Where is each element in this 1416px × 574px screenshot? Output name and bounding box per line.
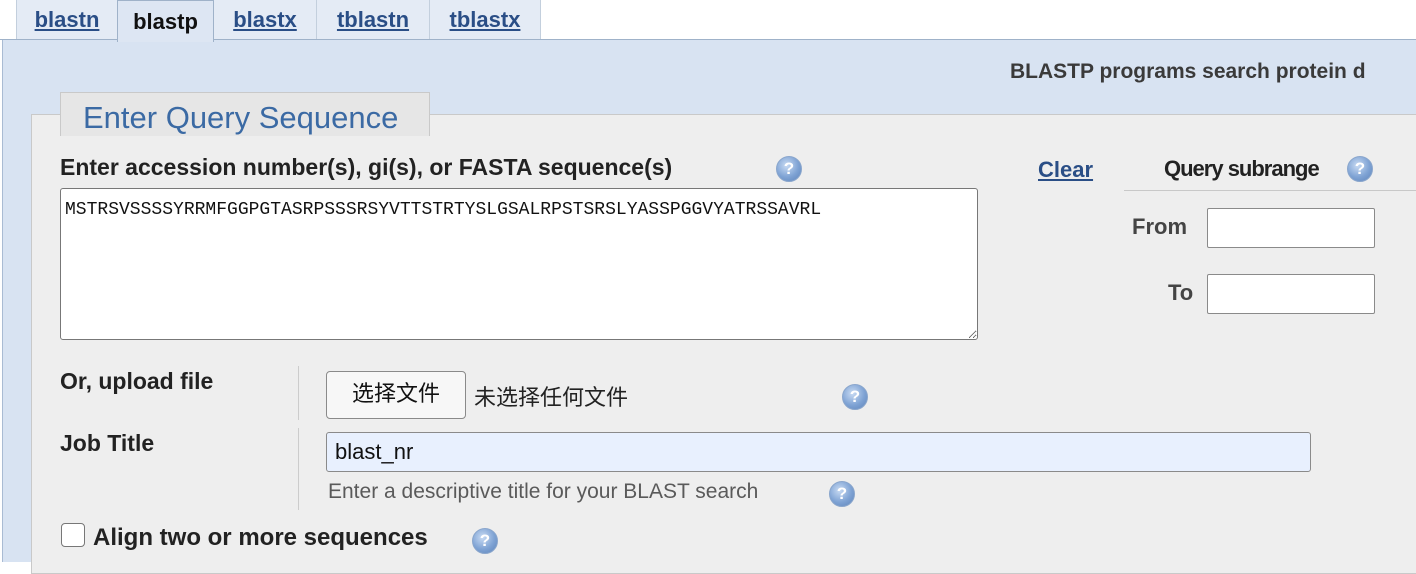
program-description: BLASTP programs search protein d xyxy=(1010,60,1366,83)
job-title-hint-text: Enter a descriptive title for your BLAST… xyxy=(328,480,759,503)
subrange-divider xyxy=(1124,190,1416,191)
from-input[interactable] xyxy=(1207,208,1375,248)
tab-tblastx[interactable]: tblastx xyxy=(429,0,541,40)
clear-link[interactable]: Clear xyxy=(1038,157,1093,183)
job-title-label: Job Title xyxy=(60,430,155,456)
tab-blastp[interactable]: blastp xyxy=(117,0,214,42)
job-title-input[interactable]: blast_nr xyxy=(326,432,1311,472)
question-circle-icon[interactable]: ? xyxy=(472,528,498,554)
section-title: Enter Query Sequence xyxy=(60,92,430,136)
from-label: From xyxy=(1132,214,1187,239)
tab-blastn[interactable]: blastn xyxy=(16,0,118,40)
job-title-hint: Enter a descriptive title for your BLAST… xyxy=(328,480,758,504)
choose-file-button[interactable]: 选择文件 xyxy=(326,371,466,419)
row-separator xyxy=(298,366,299,420)
subrange-title: Query subrange xyxy=(1164,156,1320,182)
file-status: 未选择任何文件 xyxy=(474,386,629,411)
query-label: Enter accession number(s), gi(s), or FAS… xyxy=(60,154,673,180)
question-circle-icon[interactable]: ? xyxy=(1347,156,1373,182)
program-tabs: blastn blastp blastx tblastn tblastx xyxy=(0,0,1416,42)
align-sequences-checkbox[interactable] xyxy=(61,523,85,547)
row-separator xyxy=(298,428,299,510)
align-sequences-label[interactable]: Align two or more sequences xyxy=(93,524,428,552)
to-label: To xyxy=(1168,280,1194,305)
query-panel xyxy=(31,114,1416,574)
subrange-title-text: Query subrange xyxy=(1164,156,1320,181)
upload-label: Or, upload file xyxy=(60,368,214,394)
tab-tblastn[interactable]: tblastn xyxy=(316,0,430,40)
question-circle-icon[interactable]: ? xyxy=(776,156,802,182)
question-circle-icon[interactable]: ? xyxy=(842,384,868,410)
question-circle-icon[interactable]: ? xyxy=(829,481,855,507)
tab-blastx[interactable]: blastx xyxy=(213,0,317,40)
query-sequence-textarea[interactable]: MSTRSVSSSSYRRMFGGPGTASRPSSSRSYVTTSTRTYSL… xyxy=(60,188,978,340)
to-input[interactable] xyxy=(1207,274,1375,314)
